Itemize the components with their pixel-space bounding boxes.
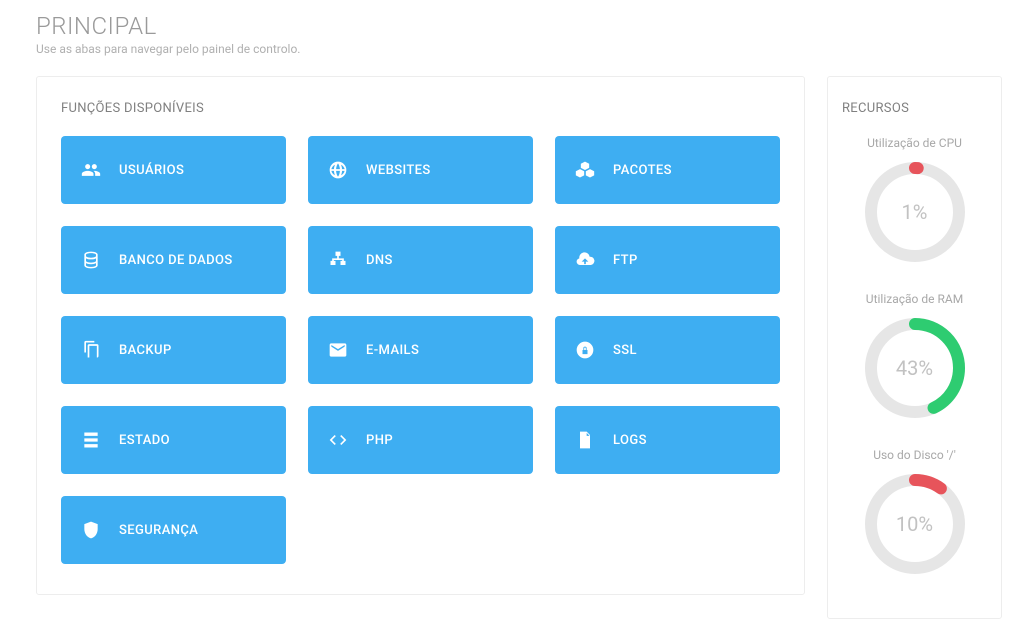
copy-icon [81, 340, 101, 360]
tile-globe[interactable]: WEBSITES [308, 136, 533, 204]
tile-label: ESTADO [119, 433, 170, 448]
lock-circle-icon [575, 340, 595, 360]
panel-resources: RECURSOS Utilização de CPU1%Utilização d… [827, 76, 1002, 619]
tile-envelope[interactable]: E-MAILS [308, 316, 533, 384]
globe-icon [328, 160, 348, 180]
users-icon [81, 160, 101, 180]
tile-label: WEBSITES [366, 163, 431, 178]
tile-database[interactable]: BANCO DE DADOS [61, 226, 286, 294]
tiles-grid: USUÁRIOS WEBSITES PACOTES BANCO DE DADOS DNS… [61, 136, 780, 564]
server-icon [81, 430, 101, 450]
code-icon [328, 430, 348, 450]
cubes-icon [575, 160, 595, 180]
tile-server[interactable]: ESTADO [61, 406, 286, 474]
layout: FUNÇÕES DISPONÍVEIS USUÁRIOS WEBSITES PACO… [36, 76, 1002, 619]
tile-label: BANCO DE DADOS [119, 253, 233, 268]
tile-label: BACKUP [119, 343, 172, 358]
file-icon [575, 430, 595, 450]
shield-icon [81, 520, 101, 540]
cloud-upload-icon [575, 250, 595, 270]
tile-file[interactable]: LOGS [555, 406, 780, 474]
gauge-label: Uso do Disco '/' [842, 448, 987, 462]
gauge-block: Utilização de RAM 43% [842, 292, 987, 420]
page-title: PRINCIPAL [36, 12, 1002, 40]
gauge-text: 43% [863, 316, 967, 420]
tile-label: E-MAILS [366, 343, 419, 358]
gauge-block: Utilização de CPU 1% [842, 136, 987, 264]
envelope-icon [328, 340, 348, 360]
gauges-container: Utilização de CPU1%Utilização de RAM43%U… [842, 136, 987, 576]
tile-label: PHP [366, 433, 393, 448]
resources-title: RECURSOS [842, 101, 987, 116]
tile-copy[interactable]: BACKUP [61, 316, 286, 384]
gauge-text: 10% [863, 472, 967, 576]
database-icon [81, 250, 101, 270]
tile-code[interactable]: PHP [308, 406, 533, 474]
gauge-block: Uso do Disco '/' 10% [842, 448, 987, 576]
tile-sitemap[interactable]: DNS [308, 226, 533, 294]
tile-cloud-upload[interactable]: FTP [555, 226, 780, 294]
tile-label: USUÁRIOS [119, 163, 184, 178]
gauge: 43% [863, 316, 967, 420]
gauge: 10% [863, 472, 967, 576]
panel-functions: FUNÇÕES DISPONÍVEIS USUÁRIOS WEBSITES PACO… [36, 76, 805, 595]
tile-label: LOGS [613, 433, 647, 448]
tile-label: SEGURANÇA [119, 523, 198, 538]
gauge-label: Utilização de CPU [842, 136, 987, 150]
gauge-label: Utilização de RAM [842, 292, 987, 306]
tile-lock-circle[interactable]: SSL [555, 316, 780, 384]
functions-title: FUNÇÕES DISPONÍVEIS [61, 101, 780, 116]
tile-label: FTP [613, 253, 638, 268]
tile-users[interactable]: USUÁRIOS [61, 136, 286, 204]
tile-label: SSL [613, 343, 637, 358]
tile-label: PACOTES [613, 163, 672, 178]
tile-shield[interactable]: SEGURANÇA [61, 496, 286, 564]
tile-cubes[interactable]: PACOTES [555, 136, 780, 204]
page-subtitle: Use as abas para navegar pelo painel de … [36, 42, 1002, 56]
page-header: PRINCIPAL Use as abas para navegar pelo … [36, 12, 1002, 56]
sitemap-icon [328, 250, 348, 270]
tile-label: DNS [366, 253, 393, 268]
gauge: 1% [863, 160, 967, 264]
gauge-text: 1% [863, 160, 967, 264]
